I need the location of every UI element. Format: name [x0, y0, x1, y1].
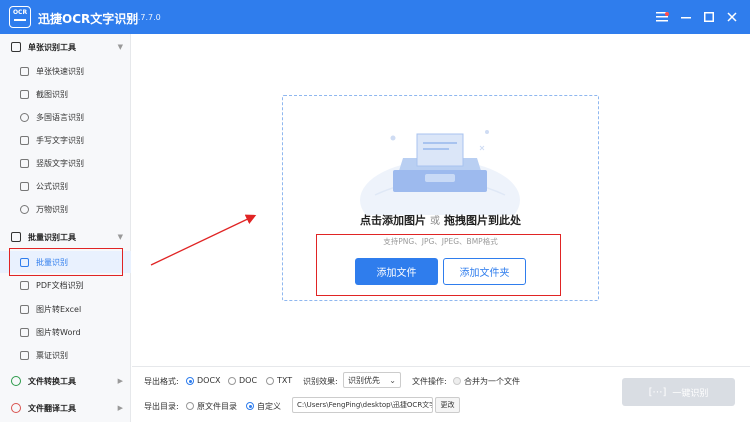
- sidebar-item-object[interactable]: 万物识别: [0, 198, 131, 220]
- file-operation-label: 文件操作:: [412, 377, 447, 386]
- formula-icon: [20, 181, 29, 191]
- maximize-icon[interactable]: [699, 7, 719, 27]
- chevron-right-icon: ▶: [117, 404, 123, 412]
- app-logo: OCR: [9, 6, 31, 28]
- format-txt-label: TXT: [277, 376, 293, 385]
- app-title: 迅捷OCR文字识别: [38, 12, 139, 26]
- dir-custom-label: 自定义: [257, 402, 281, 411]
- minimize-icon[interactable]: [676, 7, 696, 27]
- inbox-tray-icon: [360, 130, 520, 215]
- vertical-text-icon: [20, 158, 29, 168]
- sidebar-item-screenshot[interactable]: 截图识别: [0, 83, 131, 105]
- dir-original-radio[interactable]: [186, 402, 194, 410]
- start-recognition-button[interactable]: [⋯] 一键识别: [622, 378, 735, 406]
- sidebar-group-translate[interactable]: 文件翻译工具 ▶: [0, 397, 131, 419]
- format-docx-label: DOCX: [197, 376, 221, 385]
- sidebar-item-quick[interactable]: 单张快速识别: [0, 60, 131, 82]
- merge-label: 合并为一个文件: [464, 377, 520, 386]
- format-doc-label: DOC: [239, 376, 258, 385]
- document-icon: [11, 42, 21, 52]
- close-icon[interactable]: [722, 7, 742, 27]
- merge-radio[interactable]: [453, 377, 461, 385]
- change-path-button[interactable]: 更改: [435, 397, 460, 413]
- translate-icon: [11, 403, 21, 413]
- sidebar: 单张识别工具 ▼ 单张快速识别 截图识别 多国语言识别 手写文字识别 竖版文字识…: [0, 34, 131, 422]
- sidebar-item-word[interactable]: 图片转Word: [0, 321, 131, 343]
- effect-select[interactable]: 识别优先 ⌄: [343, 372, 401, 388]
- app-version: v8.7.7.0: [128, 13, 161, 22]
- sidebar-group-single[interactable]: 单张识别工具 ▼: [0, 36, 131, 58]
- object-icon: [20, 204, 29, 214]
- dir-original-label: 原文件目录: [197, 402, 237, 411]
- crop-icon: [20, 89, 29, 99]
- export-dir-label: 导出目录:: [144, 402, 179, 411]
- chevron-down-icon: ⌄: [389, 375, 396, 385]
- batch-icon: [11, 232, 21, 242]
- dir-custom-radio[interactable]: [246, 402, 254, 410]
- format-doc-radio[interactable]: [228, 377, 236, 385]
- chevron-down-icon: ▼: [117, 43, 123, 51]
- word-icon: [20, 327, 29, 337]
- chevron-right-icon: ▶: [117, 377, 123, 385]
- highlight-box-buttons: [316, 234, 561, 296]
- sidebar-item-pdf[interactable]: PDF文档识别: [0, 274, 131, 296]
- title-bar: OCR 迅捷OCR文字识别 v8.7.7.0: [0, 0, 750, 34]
- sidebar-item-multilang[interactable]: 多国语言识别: [0, 106, 131, 128]
- format-txt-radio[interactable]: [266, 377, 274, 385]
- sidebar-item-vertical[interactable]: 竖版文字识别: [0, 152, 131, 174]
- convert-icon: [11, 376, 21, 386]
- sidebar-item-ticket[interactable]: 票证识别: [0, 344, 131, 366]
- scan-icon: [⋯]: [648, 386, 667, 398]
- sidebar-item-formula[interactable]: 公式识别: [0, 175, 131, 197]
- export-path-input[interactable]: C:\Users\FengPing\desktop\迅捷OCR文字识: [292, 397, 433, 413]
- pen-icon: [20, 135, 29, 145]
- export-format-label: 导出格式:: [144, 377, 179, 386]
- notification-dot: [665, 12, 669, 16]
- menu-icon[interactable]: [652, 7, 672, 27]
- effect-label: 识别效果:: [303, 377, 338, 386]
- highlight-box-sidebar: [9, 248, 123, 276]
- globe-icon: [20, 112, 29, 122]
- drop-instructions: 点击添加图片或拖拽图片到此处: [360, 214, 521, 227]
- chevron-down-icon: ▼: [117, 233, 123, 241]
- sidebar-group-batch[interactable]: 批量识别工具 ▼: [0, 226, 131, 248]
- format-docx-radio[interactable]: [186, 377, 194, 385]
- sidebar-group-convert[interactable]: 文件转换工具 ▶: [0, 370, 131, 392]
- sidebar-item-handwriting[interactable]: 手写文字识别: [0, 129, 131, 151]
- image-icon: [20, 66, 29, 76]
- sidebar-item-excel[interactable]: 图片转Excel: [0, 298, 131, 320]
- pdf-icon: [20, 280, 29, 290]
- ticket-icon: [20, 350, 29, 360]
- excel-icon: [20, 304, 29, 314]
